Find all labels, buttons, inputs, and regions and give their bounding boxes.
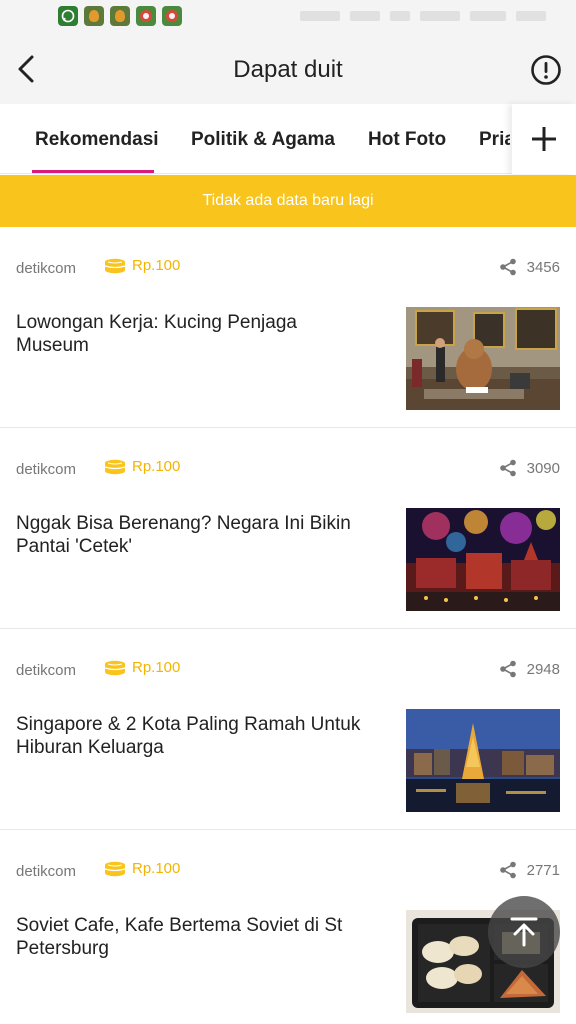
share-button[interactable]: 2948 <box>499 660 560 678</box>
scroll-to-top-button[interactable] <box>488 896 560 968</box>
reward-badge: Rp.100 <box>104 659 180 676</box>
arrow-up-to-top-icon <box>510 917 538 947</box>
fireworks-city-photo <box>406 508 560 611</box>
notification-icons <box>58 6 182 26</box>
share-icon <box>499 660 516 678</box>
share-icon <box>499 459 516 477</box>
article-thumbnail[interactable] <box>406 307 560 410</box>
reward-amount: Rp.100 <box>132 659 181 676</box>
news-feed: detikcom Rp.100 3456 Lowongan Kerja: Kuc… <box>0 227 576 1024</box>
share-icon <box>499 258 516 276</box>
christmas-tree-harbor-photo <box>406 709 560 812</box>
page-title: Dapat duit <box>233 56 343 83</box>
tab-pria[interactable]: Pria <box>479 129 510 151</box>
tab-rekomendasi[interactable]: Rekomendasi <box>35 129 159 151</box>
app-header: Dapat duit <box>0 34 576 104</box>
coin-stack-icon <box>104 861 126 876</box>
reward-amount: Rp.100 <box>132 257 181 274</box>
browser-app-icon <box>136 6 156 26</box>
article-title[interactable]: Nggak Bisa Berenang? Negara Ini Bikin Pa… <box>16 512 366 558</box>
add-category-button[interactable] <box>512 104 576 174</box>
source-label: detikcom <box>16 863 77 880</box>
news-card[interactable]: detikcom Rp.100 2948 Singapore & 2 Kota … <box>0 629 576 830</box>
article-title[interactable]: Lowongan Kerja: Kucing Penjaga Museum <box>16 311 366 357</box>
share-icon <box>499 861 516 879</box>
reward-badge: Rp.100 <box>104 458 180 475</box>
article-thumbnail[interactable] <box>406 508 560 611</box>
share-button[interactable]: 3090 <box>499 459 560 477</box>
info-circle-icon <box>531 55 561 85</box>
source-label: detikcom <box>16 260 77 277</box>
active-tab-indicator <box>32 170 154 173</box>
article-title[interactable]: Singapore & 2 Kota Paling Ramah Untuk Hi… <box>16 713 366 759</box>
news-card[interactable]: detikcom Rp.100 3456 Lowongan Kerja: Kuc… <box>0 227 576 428</box>
coin-stack-icon <box>104 660 126 675</box>
museum-cat-photo <box>406 307 560 410</box>
tab-politik-agama[interactable]: Politik & Agama <box>191 129 335 151</box>
share-button[interactable]: 2771 <box>499 861 560 879</box>
status-bar <box>0 0 576 34</box>
system-status-indicators <box>300 8 566 24</box>
plus-icon <box>532 127 556 151</box>
reward-amount: Rp.100 <box>132 458 181 475</box>
article-thumbnail[interactable] <box>406 709 560 812</box>
news-card[interactable]: detikcom Rp.100 3090 Nggak Bisa Berenang… <box>0 428 576 629</box>
reward-badge: Rp.100 <box>104 257 180 274</box>
source-label: detikcom <box>16 662 77 679</box>
location-app-icon <box>84 6 104 26</box>
share-count: 3090 <box>526 459 560 477</box>
whatsapp-icon <box>58 6 78 26</box>
info-button[interactable] <box>530 54 562 86</box>
share-count: 3456 <box>526 258 560 276</box>
share-count: 2948 <box>526 660 560 678</box>
no-new-data-banner: Tidak ada data baru lagi <box>0 175 576 227</box>
coin-stack-icon <box>104 459 126 474</box>
source-label: detikcom <box>16 461 77 478</box>
reward-badge: Rp.100 <box>104 860 180 877</box>
coin-stack-icon <box>104 258 126 273</box>
article-title[interactable]: Soviet Cafe, Kafe Bertema Soviet di St P… <box>16 914 366 960</box>
browser-app-icon <box>162 6 182 26</box>
share-button[interactable]: 3456 <box>499 258 560 276</box>
location-app-icon <box>110 6 130 26</box>
reward-amount: Rp.100 <box>132 860 181 877</box>
share-count: 2771 <box>526 861 560 879</box>
tab-hot-foto[interactable]: Hot Foto <box>368 129 446 151</box>
category-tabs: Rekomendasi Politik & Agama Hot Foto Pri… <box>0 104 576 174</box>
tab-strip[interactable]: Rekomendasi Politik & Agama Hot Foto Pri… <box>0 104 510 174</box>
